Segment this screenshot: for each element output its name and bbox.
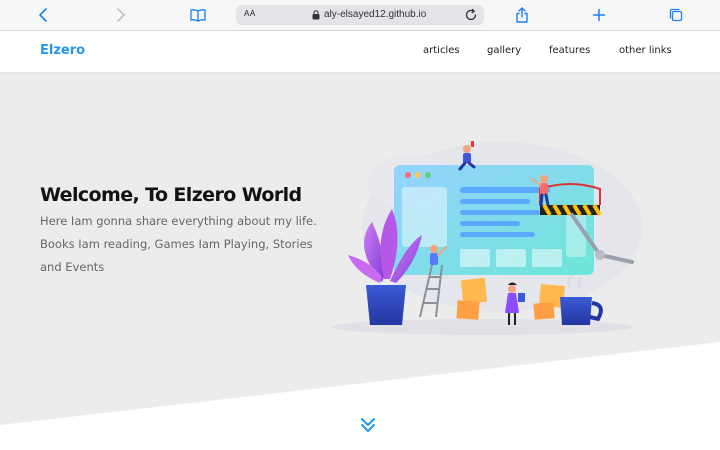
lock-icon bbox=[312, 10, 320, 23]
hero-title: Welcome, To Elzero World bbox=[40, 184, 302, 206]
forward-icon[interactable] bbox=[110, 5, 130, 25]
browser-toolbar: AA aly-elsayed12.github.io bbox=[0, 0, 720, 31]
plus-icon[interactable] bbox=[589, 5, 609, 25]
back-icon[interactable] bbox=[34, 5, 54, 25]
hero-text: Welcome, To Elzero World Here Iam gonna … bbox=[40, 182, 340, 279]
book-icon[interactable] bbox=[188, 5, 208, 25]
nav-link-features[interactable]: features bbox=[549, 45, 590, 56]
tabs-icon[interactable] bbox=[666, 5, 686, 25]
nav-link-other-links[interactable]: other links bbox=[619, 45, 672, 56]
reload-icon[interactable] bbox=[464, 8, 478, 25]
double-chevron-down-icon[interactable] bbox=[360, 417, 376, 433]
share-icon[interactable] bbox=[512, 5, 532, 25]
monitor-graphic bbox=[394, 165, 594, 275]
nav-link-articles[interactable]: articles bbox=[423, 45, 460, 56]
main-nav: articles gallery features other links bbox=[0, 45, 720, 61]
nav-link-gallery[interactable]: gallery bbox=[487, 45, 521, 56]
site-header: Elzero articles gallery features other l… bbox=[0, 31, 720, 72]
hero-illustration bbox=[332, 141, 642, 335]
landing-section: Welcome, To Elzero World Here Iam gonna … bbox=[0, 72, 720, 450]
hero-description: Here Iam gonna share everything about my… bbox=[40, 214, 317, 274]
url-text: aly-elsayed12.github.io bbox=[324, 9, 427, 20]
reader-text-size-button[interactable]: AA bbox=[244, 9, 256, 18]
address-bar[interactable]: AA aly-elsayed12.github.io bbox=[236, 5, 484, 25]
